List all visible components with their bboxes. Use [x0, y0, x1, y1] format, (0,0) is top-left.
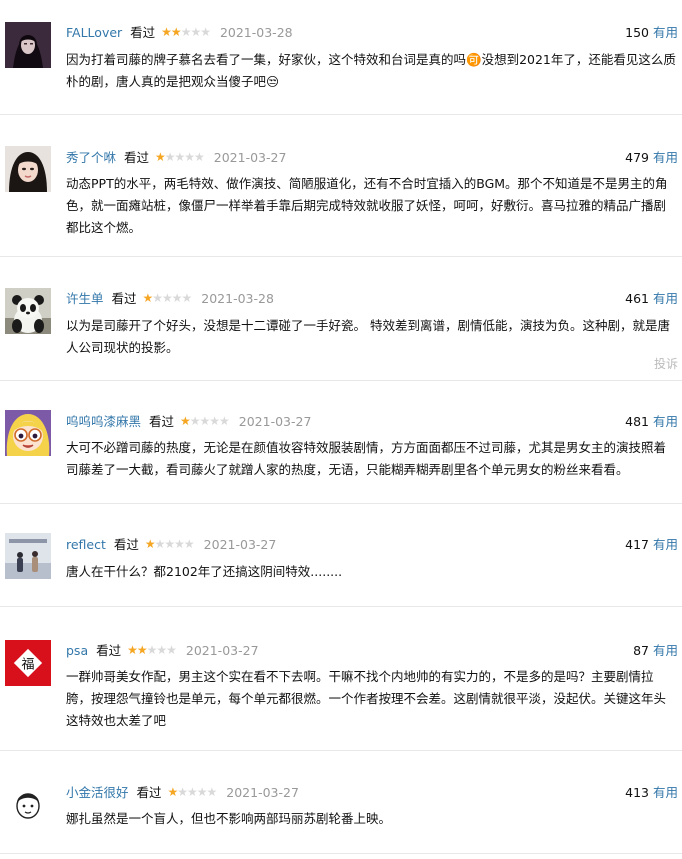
comment-text: 动态PPT的水平，两毛特效、做作演技、简陋服道化，还有不合时宜插入的BGM。那个…	[66, 176, 668, 235]
comment-header: psa 看过 ★★★★★ 2021-03-27 87 有用	[66, 641, 678, 661]
divider	[0, 853, 682, 854]
useful-button[interactable]: 有用	[653, 785, 678, 800]
comment-text: 唐人在干什么？都2102年了还搞这阴间特效........	[66, 564, 343, 579]
username-link[interactable]: 许生单	[66, 291, 104, 306]
comment-date: 2021-03-27	[203, 537, 277, 552]
useful-votes: 479 有用	[625, 148, 678, 168]
divider	[0, 606, 682, 607]
watch-status: 看过	[96, 643, 122, 658]
useful-button[interactable]: 有用	[653, 25, 678, 40]
comment-header: 呜呜呜漆麻黑 看过 ★★★★★ 2021-03-27 481 有用	[66, 412, 678, 432]
fu-character-avatar[interactable]: 福	[5, 640, 51, 686]
divider	[0, 503, 682, 504]
rating-stars: ★★★★★	[144, 537, 195, 551]
comment-text: 娜扎虽然是一个盲人，但也不影响两部玛丽苏剧轮番上映。	[66, 811, 392, 826]
useful-button[interactable]: 有用	[653, 537, 678, 552]
useful-votes: 417 有用	[625, 535, 678, 555]
comment-text: 大可不必蹭司藤的热度，无论是在颜值妆容特效服装剧情，方方面面都压不过司藤，尤其是…	[66, 440, 667, 477]
cartoon-face-avatar[interactable]	[5, 781, 51, 827]
comment-text: 以为是司藤开了个好头，没想是十二谭碰了一手好瓷。 特效差到离谱，剧情低能，演技为…	[66, 318, 670, 355]
comment-date: 2021-03-27	[213, 150, 287, 165]
watch-status: 看过	[111, 291, 137, 306]
comment-header: reflect 看过 ★★★★★ 2021-03-27 417 有用	[66, 535, 678, 555]
rating-stars: ★★★★★	[127, 643, 177, 657]
rating-stars: ★★★★★	[142, 291, 193, 305]
watch-status: 看过	[130, 25, 156, 40]
watch-status: 看过	[113, 537, 139, 552]
username-link[interactable]: 秀了个咻	[66, 150, 116, 165]
vote-count: 413	[625, 785, 649, 800]
username-link[interactable]: FALLover	[66, 25, 122, 40]
panda-avatar[interactable]	[5, 288, 51, 334]
divider	[0, 256, 682, 257]
dark-portrait-avatar[interactable]	[5, 22, 51, 68]
comment-date: 2021-03-27	[238, 414, 312, 429]
watch-status: 看过	[124, 150, 150, 165]
useful-button[interactable]: 有用	[653, 643, 678, 658]
useful-votes: 481 有用	[625, 412, 678, 432]
useful-button[interactable]: 有用	[653, 150, 678, 165]
divider	[0, 380, 682, 381]
comment-header: FALLover 看过 ★★★★★ 2021-03-28 150 有用	[66, 23, 678, 43]
useful-button[interactable]: 有用	[653, 291, 678, 306]
couple-photo-avatar[interactable]	[5, 533, 51, 579]
divider	[0, 750, 682, 751]
divider	[0, 114, 682, 115]
comment-date: 2021-03-27	[226, 785, 299, 800]
cartoon-girl-avatar[interactable]	[5, 410, 51, 456]
vote-count: 87	[633, 643, 649, 658]
vote-count: 479	[625, 150, 649, 165]
watch-status: 看过	[149, 414, 175, 429]
comment-header: 小金活很好 看过 ★★★★★ 2021-03-27 413 有用	[66, 783, 678, 803]
username-link[interactable]: 小金活很好	[66, 785, 129, 800]
rating-stars: ★★★★★	[167, 785, 218, 799]
comment-date: 2021-03-28	[201, 291, 274, 306]
fu-character: 福	[21, 658, 34, 673]
comment-text: 因为打着司藤的牌子慕名去看了一集，好家伙，这个特效和台词是真的吗🉑没想到2021…	[66, 52, 676, 89]
useful-votes: 150 有用	[625, 23, 678, 43]
woman-portrait-avatar[interactable]	[5, 146, 51, 192]
vote-count: 150	[625, 25, 649, 40]
comment-date: 2021-03-28	[219, 25, 293, 40]
vote-count: 481	[625, 414, 649, 429]
useful-votes: 87 有用	[633, 641, 678, 661]
watch-status: 看过	[136, 785, 162, 800]
useful-button[interactable]: 有用	[653, 414, 678, 429]
comment-header: 秀了个咻 看过 ★★★★★ 2021-03-27 479 有用	[66, 148, 678, 168]
comment-header: 许生单 看过 ★★★★★ 2021-03-28 461 有用	[66, 289, 678, 309]
username-link[interactable]: 呜呜呜漆麻黑	[66, 414, 141, 429]
rating-stars: ★★★★★	[161, 25, 211, 39]
comment-date: 2021-03-27	[185, 643, 259, 658]
username-link[interactable]: psa	[66, 643, 88, 658]
useful-votes: 413 有用	[625, 783, 678, 803]
comment-text: 一群帅哥美女作配，男主这个实在看不下去啊。干嘛不找个内地帅的有实力的，不是多的是…	[66, 669, 667, 728]
report-link[interactable]: 投诉	[654, 355, 678, 372]
rating-stars: ★★★★★	[180, 414, 230, 428]
vote-count: 417	[625, 537, 649, 552]
rating-stars: ★★★★★	[155, 150, 205, 164]
username-link[interactable]: reflect	[66, 537, 106, 552]
vote-count: 461	[625, 291, 649, 306]
useful-votes: 461 有用	[625, 289, 678, 309]
